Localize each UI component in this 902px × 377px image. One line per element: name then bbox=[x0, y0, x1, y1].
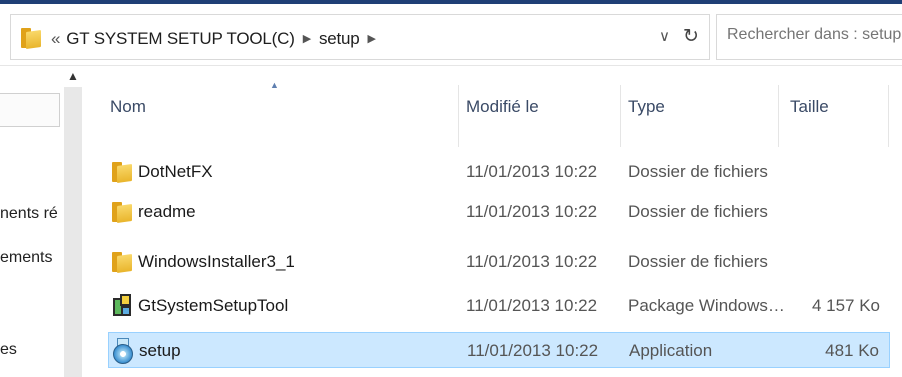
sort-ascending-icon: ▲ bbox=[270, 80, 279, 90]
file-type: Dossier de fichiers bbox=[628, 252, 768, 271]
file-row-dotnetfx[interactable]: DotNetFX 11/01/2013 10:22 Dossier de fic… bbox=[108, 154, 890, 190]
file-name: GtSystemSetupTool bbox=[138, 296, 289, 315]
file-row-windowsinstaller[interactable]: WindowsInstaller3_1 11/01/2013 10:22 Dos… bbox=[108, 244, 890, 280]
file-row-setup[interactable]: setup 11/01/2013 10:22 Application 481 K… bbox=[108, 332, 890, 368]
column-header-modified[interactable]: Modifié le bbox=[466, 97, 539, 117]
search-box[interactable] bbox=[716, 14, 902, 60]
file-size: 4 157 Ko bbox=[811, 296, 880, 315]
file-name: setup bbox=[139, 341, 181, 360]
file-modified: 11/01/2013 10:22 bbox=[466, 252, 598, 271]
nav-item-selected[interactable] bbox=[0, 93, 60, 127]
column-header-row: ▲ Nom Modifié le Type Taille bbox=[86, 67, 902, 147]
folder-icon bbox=[112, 202, 134, 224]
msi-package-icon bbox=[111, 294, 133, 318]
title-bar-edge bbox=[0, 0, 902, 4]
address-toolbar: « GT SYSTEM SETUP TOOL(C) ▶ setup ▶ ∨ ↻ bbox=[0, 6, 902, 66]
folder-icon bbox=[112, 252, 134, 274]
breadcrumb-overflow-button[interactable]: « bbox=[51, 28, 60, 50]
refresh-icon[interactable]: ↻ bbox=[683, 25, 699, 48]
nav-item[interactable]: es bbox=[0, 341, 64, 359]
search-input[interactable] bbox=[727, 26, 902, 44]
file-name: DotNetFX bbox=[138, 162, 213, 181]
column-header-type[interactable]: Type bbox=[628, 97, 665, 117]
file-modified: 11/01/2013 10:22 bbox=[467, 341, 599, 360]
nav-item[interactable]: ements bbox=[0, 249, 64, 267]
chevron-down-icon[interactable]: ∨ bbox=[659, 27, 670, 45]
breadcrumb-item-setup[interactable]: setup bbox=[319, 28, 360, 50]
setup-app-icon bbox=[112, 338, 134, 364]
column-divider[interactable] bbox=[620, 85, 621, 147]
file-type: Package Windows… bbox=[628, 296, 785, 315]
column-divider[interactable] bbox=[888, 85, 889, 147]
file-type: Dossier de fichiers bbox=[628, 162, 768, 181]
address-bar[interactable]: « GT SYSTEM SETUP TOOL(C) ▶ setup ▶ ∨ ↻ bbox=[10, 14, 710, 60]
file-modified: 11/01/2013 10:22 bbox=[466, 296, 598, 315]
file-row-gtsystemsetuptool[interactable]: GtSystemSetupTool 11/01/2013 10:22 Packa… bbox=[108, 288, 890, 324]
file-type: Dossier de fichiers bbox=[628, 202, 768, 221]
file-name: WindowsInstaller3_1 bbox=[138, 252, 295, 271]
nav-scrollbar-track[interactable] bbox=[64, 87, 82, 377]
column-header-size[interactable]: Taille bbox=[790, 97, 829, 117]
breadcrumb: « GT SYSTEM SETUP TOOL(C) ▶ setup ▶ bbox=[51, 27, 384, 50]
file-row-readme[interactable]: readme 11/01/2013 10:22 Dossier de fichi… bbox=[108, 194, 890, 230]
breadcrumb-separator-icon[interactable]: ▶ bbox=[368, 28, 376, 50]
column-header-name[interactable]: Nom bbox=[110, 97, 146, 117]
nav-item[interactable]: nents ré bbox=[0, 205, 64, 223]
folder-icon bbox=[21, 28, 43, 50]
column-divider[interactable] bbox=[458, 85, 459, 147]
file-modified: 11/01/2013 10:22 bbox=[466, 202, 598, 221]
scroll-up-arrow-icon[interactable]: ▲ bbox=[64, 69, 82, 87]
folder-icon bbox=[112, 162, 134, 184]
breadcrumb-separator-icon[interactable]: ▶ bbox=[303, 28, 311, 50]
file-type: Application bbox=[629, 341, 713, 360]
file-name: readme bbox=[138, 202, 196, 221]
file-modified: 11/01/2013 10:22 bbox=[466, 162, 598, 181]
breadcrumb-item-gt-system-setup-tool[interactable]: GT SYSTEM SETUP TOOL(C) bbox=[66, 28, 295, 50]
navigation-pane: ▲ nents ré ements es bbox=[0, 67, 86, 377]
file-size: 481 Ko bbox=[825, 341, 879, 360]
column-divider[interactable] bbox=[778, 85, 779, 147]
